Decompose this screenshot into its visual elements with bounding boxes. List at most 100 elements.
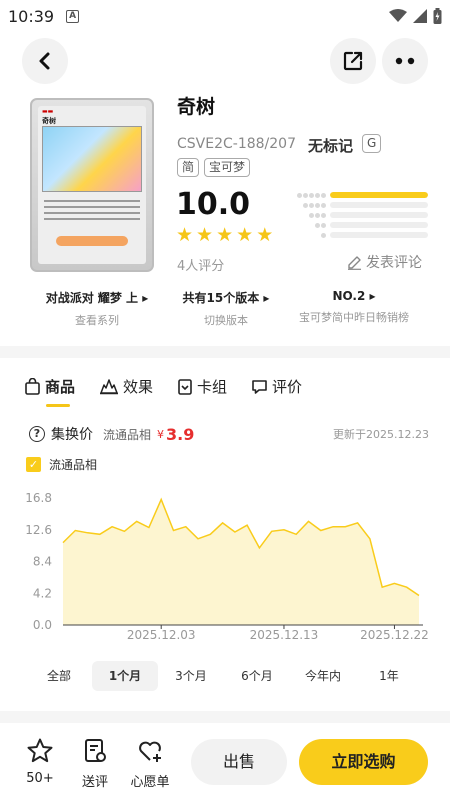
price-chart[interactable]: 16.8 12.6 8.4 4.2 0.0 2025.12.03 2025.12.13 202… bbox=[0, 484, 450, 648]
shopping-bag-icon bbox=[25, 378, 40, 395]
card-image[interactable]: ▬▬ 奇树 bbox=[30, 98, 154, 272]
buy-now-button[interactable]: 立即选购 bbox=[299, 739, 428, 785]
rating-dot-icon bbox=[303, 192, 308, 198]
ranking-number: NO.2 ▸ bbox=[279, 289, 429, 303]
card-text-line bbox=[44, 200, 140, 202]
x-tick-label: 2025.12.22 bbox=[360, 628, 429, 642]
tab-goods-label: 商品 bbox=[45, 378, 76, 396]
more-dots-icon bbox=[395, 57, 415, 65]
triangle-right-icon: ▸ bbox=[263, 291, 270, 305]
rating-level-dots bbox=[282, 212, 326, 218]
rating-dot-icon bbox=[309, 202, 314, 208]
legend-label: 流通品相 bbox=[49, 458, 98, 472]
rating-dot-icon bbox=[303, 202, 308, 208]
star-filled-icon: ★ bbox=[176, 224, 194, 246]
price-condition: 流通品相 bbox=[103, 427, 152, 442]
rating-dot-icon bbox=[315, 212, 320, 218]
card-type-label: ▬▬ bbox=[42, 108, 54, 115]
star-filled-icon: ★ bbox=[236, 224, 254, 246]
status-time: 10:39 bbox=[8, 6, 55, 26]
help-icon[interactable]: ? bbox=[29, 426, 45, 442]
rating-dot-icon bbox=[321, 192, 326, 198]
price-currency: ¥ bbox=[157, 427, 165, 441]
legend[interactable]: ✓ 流通品相 bbox=[26, 456, 97, 473]
rating-level-dots bbox=[282, 232, 326, 238]
range-tab[interactable]: 6个月 bbox=[224, 661, 290, 691]
more-button[interactable] bbox=[382, 38, 428, 84]
back-button[interactable] bbox=[22, 38, 68, 84]
rating-dot-icon bbox=[309, 192, 314, 198]
chevron-left-icon bbox=[39, 52, 50, 70]
tab-deck[interactable]: 卡组 bbox=[177, 376, 227, 407]
card-text-line bbox=[44, 218, 140, 220]
x-tick-label: 2025.12.03 bbox=[127, 628, 196, 642]
rating-distribution-row bbox=[282, 192, 428, 198]
range-tab[interactable]: 1个月 bbox=[92, 661, 158, 691]
price-area bbox=[63, 499, 419, 625]
star-filled-icon: ★ bbox=[196, 224, 214, 246]
triangle-right-icon: ▸ bbox=[369, 289, 376, 303]
range-tabs: 全部 1个月 3个月 6个月 今年内 1年 bbox=[26, 661, 422, 691]
section-divider bbox=[0, 711, 450, 723]
tab-goods[interactable]: 商品 bbox=[24, 376, 75, 407]
range-tab[interactable]: 1年 bbox=[356, 661, 422, 691]
burst-icon bbox=[100, 379, 119, 395]
price-row: ? 集换价 流通品相 ¥ 3.9 更新于2025.12.23 bbox=[29, 424, 429, 444]
tab-bar: 商品 效果 卡组 评价 bbox=[24, 376, 302, 407]
range-tab[interactable]: 3个月 bbox=[158, 661, 224, 691]
card-text-line bbox=[44, 206, 140, 208]
rating-score: 10.0 bbox=[176, 187, 251, 222]
rating-dot-icon bbox=[321, 232, 326, 238]
rating-dot-icon bbox=[297, 192, 302, 198]
card-text-line bbox=[44, 212, 140, 214]
rating-level-dots bbox=[282, 192, 326, 198]
tab-effects[interactable]: 效果 bbox=[99, 376, 153, 407]
sell-button[interactable]: 出售 bbox=[191, 739, 287, 785]
heart-plus-icon bbox=[139, 741, 161, 762]
rating-distribution-row bbox=[282, 212, 428, 218]
rating-dot-icon bbox=[315, 202, 320, 208]
price-value: 3.9 bbox=[166, 424, 195, 444]
tab-deck-label: 卡组 bbox=[197, 378, 228, 396]
post-comment-link[interactable]: 发表评论 bbox=[347, 252, 422, 272]
card-code: CSVE2C-188/207 bbox=[177, 136, 296, 152]
y-tick-label: 8.4 bbox=[33, 555, 52, 569]
rating-dot-icon bbox=[321, 222, 326, 228]
range-tab[interactable]: 今年内 bbox=[290, 661, 356, 691]
y-tick-label: 0.0 bbox=[33, 618, 52, 632]
section-divider bbox=[0, 346, 450, 358]
tag-pokemon: 宝可梦 bbox=[204, 158, 251, 177]
rating-distribution-row bbox=[282, 222, 428, 228]
rating-distribution-bar bbox=[330, 192, 428, 198]
ranking-link[interactable]: NO.2 ▸ 宝可梦简中昨日畅销榜 bbox=[279, 289, 429, 325]
card-mark: 无标记 bbox=[308, 137, 354, 155]
wishlist-button[interactable]: 心愿单 bbox=[124, 737, 176, 790]
deck-icon bbox=[178, 379, 192, 395]
share-icon bbox=[343, 51, 363, 71]
rating-level-dots bbox=[282, 202, 326, 208]
rating-distribution-bar bbox=[330, 222, 428, 228]
ranking-sub: 宝可梦简中昨日畅销榜 bbox=[299, 311, 409, 324]
favorite-button[interactable]: 50+ bbox=[14, 737, 66, 786]
rating-distribution-bar bbox=[330, 232, 428, 238]
range-tab[interactable]: 全部 bbox=[26, 661, 92, 691]
x-tick-label: 2025.12.13 bbox=[250, 628, 319, 642]
price-label: 集换价 bbox=[51, 427, 93, 443]
share-button[interactable] bbox=[330, 38, 376, 84]
submit-grading-button[interactable]: 送评 bbox=[69, 737, 121, 790]
rating-distribution-bar bbox=[330, 212, 428, 218]
series-link[interactable]: 对战派对 耀梦 上 ▸ 查看系列 bbox=[22, 289, 172, 328]
versions-count-text: 共有15个版本 bbox=[182, 291, 260, 305]
star-outline-icon bbox=[27, 738, 53, 763]
y-tick-label: 4.2 bbox=[33, 586, 52, 600]
legend-checkbox[interactable]: ✓ bbox=[26, 457, 41, 472]
wishlist-label: 心愿单 bbox=[130, 775, 170, 790]
card-title: 奇树 bbox=[177, 96, 216, 118]
tag-simplified: 简 bbox=[177, 158, 200, 177]
rating-dot-icon bbox=[315, 192, 320, 198]
comment-icon bbox=[252, 380, 267, 394]
y-tick-label: 12.6 bbox=[25, 523, 52, 537]
notification-a-icon: A bbox=[66, 9, 80, 23]
tab-reviews[interactable]: 评价 bbox=[251, 376, 302, 407]
rating-distribution-row bbox=[282, 202, 428, 208]
